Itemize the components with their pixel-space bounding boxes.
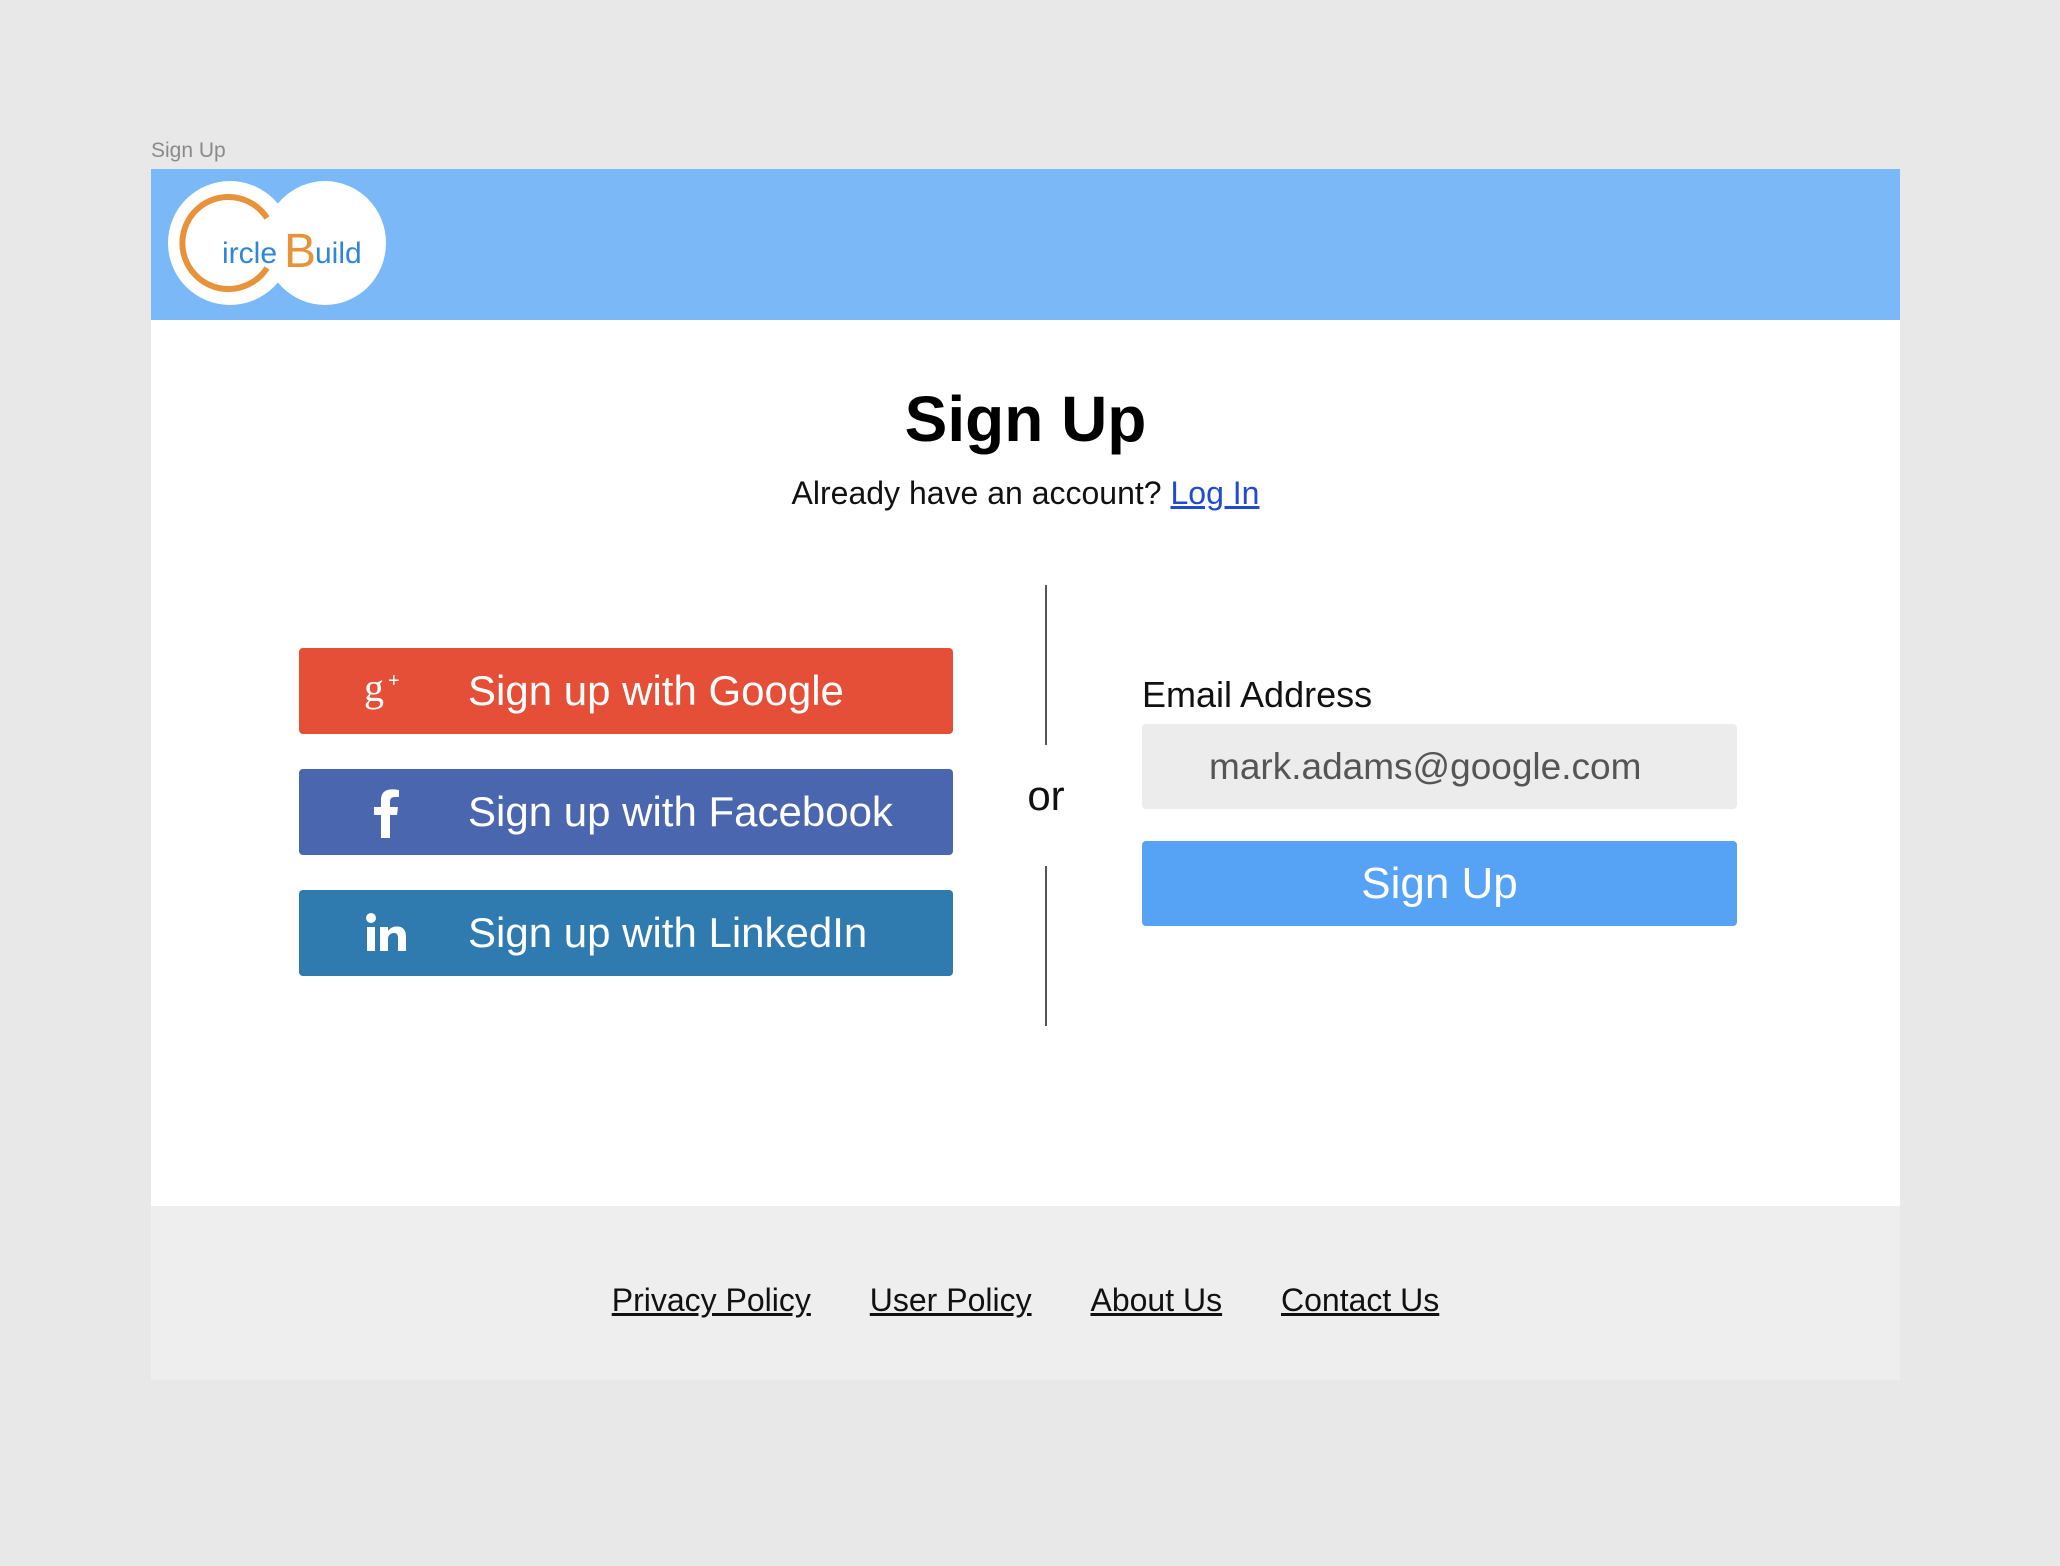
svg-text:+: +: [388, 670, 400, 692]
svg-text:g: g: [364, 667, 384, 710]
logo-text-build: uild: [315, 237, 362, 270]
login-prompt: Already have an account? Log In: [151, 475, 1900, 512]
signup-page: ircle B uild Sign Up Already have an acc…: [151, 169, 1900, 1380]
login-prompt-text: Already have an account?: [791, 475, 1162, 511]
circlebuild-logo[interactable]: ircle B uild: [168, 181, 386, 305]
email-field[interactable]: [1142, 724, 1737, 809]
divider-line-top: [1045, 585, 1047, 745]
header-bar: ircle B uild: [151, 169, 1900, 320]
or-separator: or: [1027, 772, 1065, 819]
footer-links: Privacy Policy User Policy About Us Cont…: [151, 1282, 1900, 1319]
logo-mark: ircle B uild: [179, 194, 362, 292]
linkedin-icon: [351, 890, 421, 976]
google-plus-icon: g +: [351, 648, 421, 734]
logo-letter-b: B: [284, 225, 316, 278]
google-signup-button[interactable]: g + Sign up with Google: [299, 648, 953, 734]
facebook-icon: [351, 769, 421, 855]
email-label: Email Address: [1142, 674, 1373, 715]
logo-text-circle: ircle: [222, 237, 277, 270]
footer: Privacy Policy User Policy About Us Cont…: [151, 1206, 1900, 1380]
facebook-signup-button[interactable]: Sign up with Facebook: [299, 769, 953, 855]
page-title: Sign Up: [904, 383, 1147, 455]
user-policy-link[interactable]: User Policy: [870, 1282, 1032, 1318]
about-us-link[interactable]: About Us: [1090, 1282, 1222, 1318]
privacy-policy-link[interactable]: Privacy Policy: [612, 1282, 811, 1318]
divider-line-bottom: [1045, 866, 1047, 1026]
linkedin-signup-button[interactable]: Sign up with LinkedIn: [299, 890, 953, 976]
login-link[interactable]: Log In: [1170, 475, 1259, 511]
google-signup-label: Sign up with Google: [468, 667, 844, 714]
contact-us-link[interactable]: Contact Us: [1281, 1282, 1439, 1318]
frame-label: Sign Up: [151, 139, 226, 162]
facebook-signup-label: Sign up with Facebook: [468, 788, 893, 835]
linkedin-signup-label: Sign up with LinkedIn: [468, 909, 868, 956]
signup-button[interactable]: Sign Up: [1142, 841, 1737, 926]
